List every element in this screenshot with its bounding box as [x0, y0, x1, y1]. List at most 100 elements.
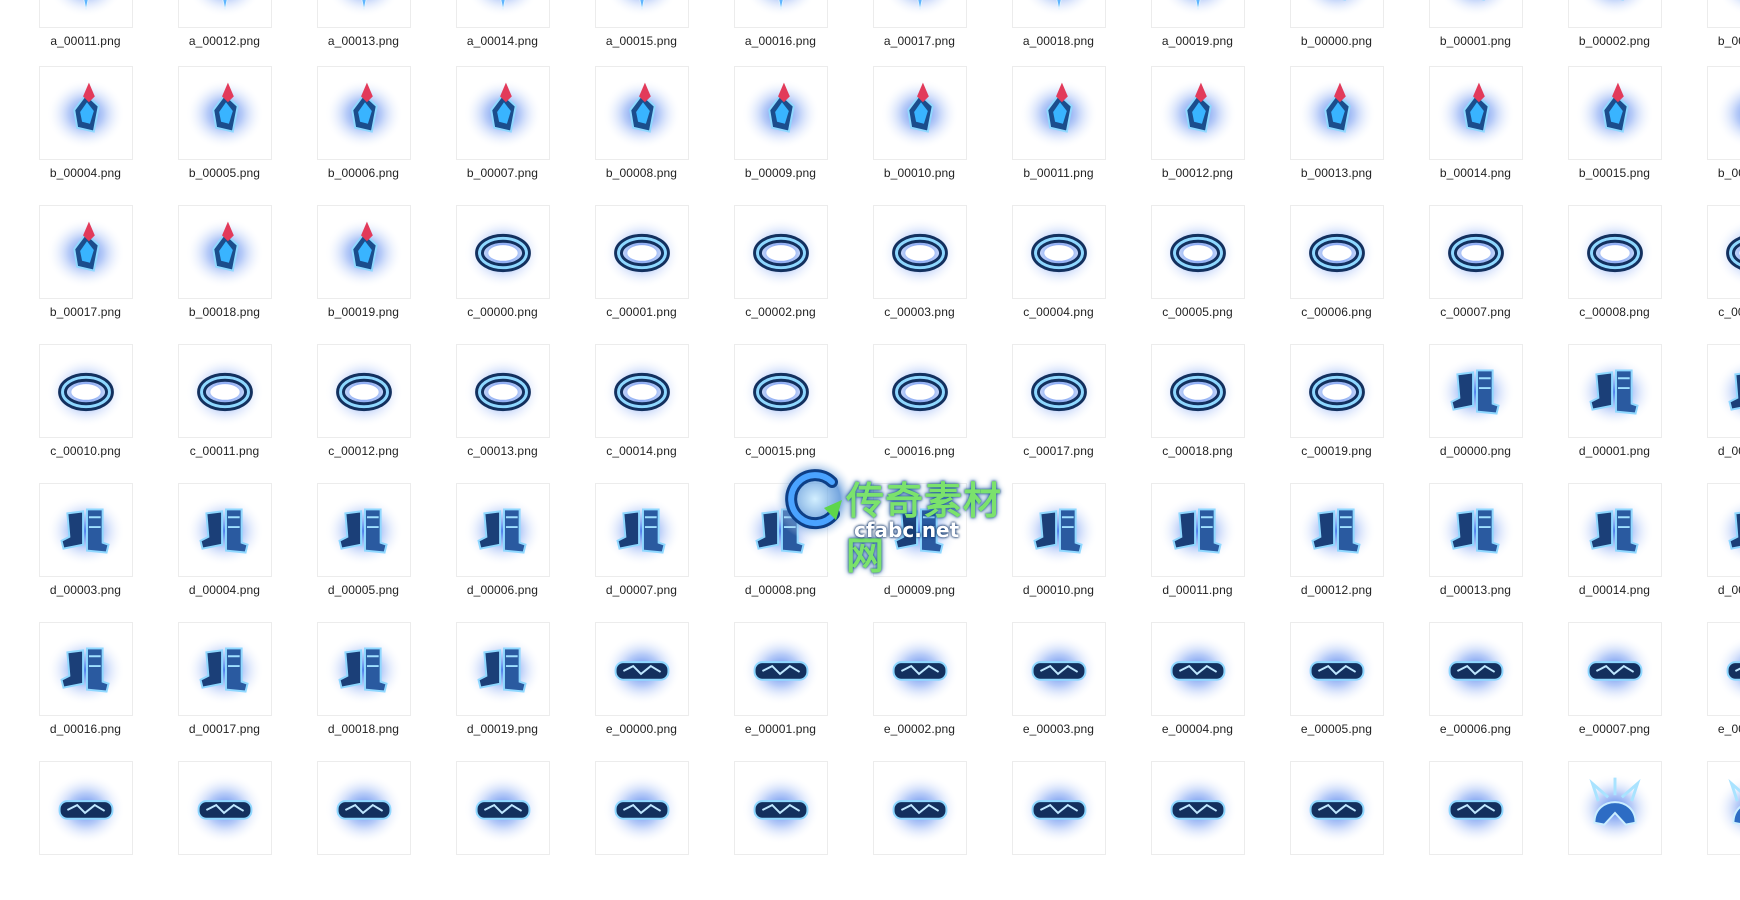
file-item[interactable]	[417, 761, 556, 900]
file-name-label: d_00002.png	[1717, 444, 1740, 458]
file-item[interactable]: c_00011.png	[139, 344, 278, 483]
file-item[interactable]	[556, 761, 695, 900]
file-item[interactable]: b_00016.png	[1668, 66, 1740, 205]
file-item[interactable]: d_00016.png	[0, 622, 139, 761]
file-item[interactable]: c_00004.png	[973, 205, 1112, 344]
file-item[interactable]: c_00013.png	[417, 344, 556, 483]
file-item[interactable]: a_00012.png	[139, 0, 278, 73]
file-item[interactable]: d_00002.png	[1668, 344, 1740, 483]
file-item[interactable]: d_00018.png	[278, 622, 417, 761]
file-item[interactable]: d_00004.png	[139, 483, 278, 622]
file-item[interactable]: d_00017.png	[139, 622, 278, 761]
file-item[interactable]: c_00006.png	[1251, 205, 1390, 344]
gem-icon	[595, 66, 689, 160]
boots-icon	[595, 483, 689, 577]
file-item[interactable]: a_00014.png	[417, 0, 556, 73]
file-item[interactable]: e_00006.png	[1390, 622, 1529, 761]
file-item[interactable]: e_00001.png	[695, 622, 834, 761]
file-item[interactable]: a_00017.png	[834, 0, 973, 73]
file-item[interactable]: c_00009.png	[1668, 205, 1740, 344]
file-item[interactable]: a_00011.png	[0, 0, 139, 73]
file-item[interactable]: b_00008.png	[556, 66, 695, 205]
file-item[interactable]: d_00003.png	[0, 483, 139, 622]
ring-icon	[317, 344, 411, 438]
file-item[interactable]: e_00000.png	[556, 622, 695, 761]
file-item[interactable]	[1390, 761, 1529, 900]
file-item[interactable]: d_00007.png	[556, 483, 695, 622]
file-item[interactable]: b_00012.png	[1112, 66, 1251, 205]
file-item[interactable]: b_00006.png	[278, 66, 417, 205]
file-item[interactable]: a_00015.png	[556, 0, 695, 73]
file-item[interactable]	[278, 761, 417, 900]
file-item[interactable]: b_00014.png	[1390, 66, 1529, 205]
file-item[interactable]: d_00005.png	[278, 483, 417, 622]
file-item[interactable]: b_00007.png	[417, 66, 556, 205]
file-item[interactable]: a_00016.png	[695, 0, 834, 73]
file-item[interactable]: d_00006.png	[417, 483, 556, 622]
file-item[interactable]	[1529, 761, 1668, 900]
file-item[interactable]: e_00005.png	[1251, 622, 1390, 761]
gem-icon	[1429, 0, 1523, 28]
file-item[interactable]: b_00003.png	[1668, 0, 1740, 73]
watermark: 传奇素材网 cfabc.net	[772, 456, 1032, 578]
file-item[interactable]: b_00001.png	[1390, 0, 1529, 73]
file-item[interactable]: c_00008.png	[1529, 205, 1668, 344]
file-item[interactable]: b_00013.png	[1251, 66, 1390, 205]
boots-icon	[1429, 344, 1523, 438]
file-item[interactable]: c_00018.png	[1112, 344, 1251, 483]
file-item[interactable]: b_00005.png	[139, 66, 278, 205]
file-item[interactable]: b_00015.png	[1529, 66, 1668, 205]
file-item[interactable]: d_00014.png	[1529, 483, 1668, 622]
file-item[interactable]: d_00013.png	[1390, 483, 1529, 622]
file-item[interactable]: d_00012.png	[1251, 483, 1390, 622]
file-item[interactable]: d_00001.png	[1529, 344, 1668, 483]
file-item[interactable]	[1112, 761, 1251, 900]
file-item[interactable]: b_00009.png	[695, 66, 834, 205]
file-item[interactable]: c_00002.png	[695, 205, 834, 344]
file-item[interactable]: a_00013.png	[278, 0, 417, 73]
file-item[interactable]: b_00002.png	[1529, 0, 1668, 73]
file-item[interactable]: b_00017.png	[0, 205, 139, 344]
gem-icon	[178, 66, 272, 160]
file-item[interactable]: e_00008.png	[1668, 622, 1740, 761]
file-item[interactable]	[834, 761, 973, 900]
file-item[interactable]: b_00018.png	[139, 205, 278, 344]
file-item[interactable]	[973, 761, 1112, 900]
file-item[interactable]: c_00005.png	[1112, 205, 1251, 344]
file-item[interactable]: d_00011.png	[1112, 483, 1251, 622]
file-item[interactable]	[695, 761, 834, 900]
gem-icon	[39, 66, 133, 160]
file-item[interactable]: a_00018.png	[973, 0, 1112, 73]
file-item[interactable]: d_00019.png	[417, 622, 556, 761]
file-item[interactable]: e_00002.png	[834, 622, 973, 761]
file-item[interactable]	[1668, 761, 1740, 900]
gem-icon	[1568, 66, 1662, 160]
file-item[interactable]	[139, 761, 278, 900]
file-item[interactable]: c_00019.png	[1251, 344, 1390, 483]
file-item[interactable]: b_00004.png	[0, 66, 139, 205]
file-item[interactable]	[0, 761, 139, 900]
gem-icon	[456, 66, 550, 160]
file-item[interactable]: b_00011.png	[973, 66, 1112, 205]
spark-icon	[1151, 0, 1245, 28]
file-item[interactable]	[1251, 761, 1390, 900]
belt-icon	[1568, 622, 1662, 716]
file-item[interactable]: c_00010.png	[0, 344, 139, 483]
gem-icon	[1707, 0, 1740, 28]
file-item[interactable]: c_00003.png	[834, 205, 973, 344]
file-item[interactable]: c_00000.png	[417, 205, 556, 344]
file-item[interactable]: e_00004.png	[1112, 622, 1251, 761]
file-item[interactable]: c_00012.png	[278, 344, 417, 483]
file-item[interactable]: b_00019.png	[278, 205, 417, 344]
file-item[interactable]: a_00019.png	[1112, 0, 1251, 73]
file-item[interactable]: b_00010.png	[834, 66, 973, 205]
file-item[interactable]: b_00000.png	[1251, 0, 1390, 73]
file-item[interactable]: c_00001.png	[556, 205, 695, 344]
file-item[interactable]: e_00003.png	[973, 622, 1112, 761]
file-item[interactable]: c_00007.png	[1390, 205, 1529, 344]
boots-icon	[1151, 483, 1245, 577]
file-item[interactable]: d_00015.png	[1668, 483, 1740, 622]
file-item[interactable]: d_00000.png	[1390, 344, 1529, 483]
file-item[interactable]: e_00007.png	[1529, 622, 1668, 761]
file-item[interactable]: c_00014.png	[556, 344, 695, 483]
